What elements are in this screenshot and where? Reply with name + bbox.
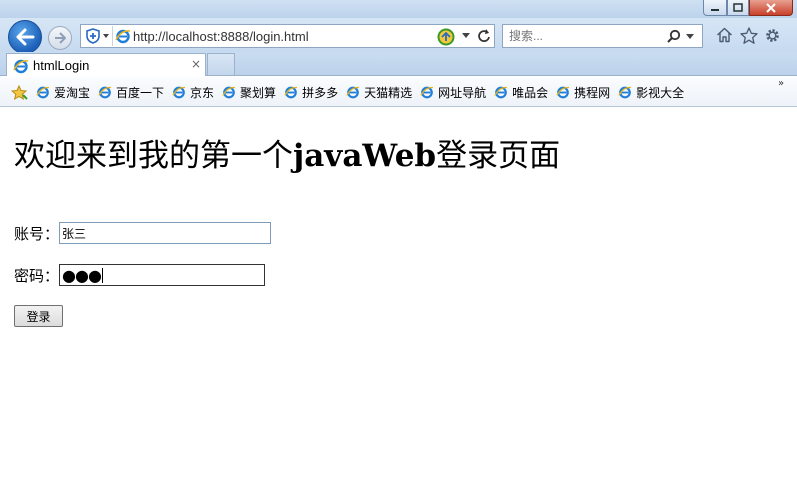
ie-icon xyxy=(618,86,632,99)
favorite-label: 天猫精选 xyxy=(364,85,413,100)
password-label: 密码： xyxy=(14,266,60,285)
tab-htmllogin[interactable]: htmlLogin × xyxy=(6,53,206,76)
back-icon xyxy=(16,28,35,46)
password-mask: ●●● xyxy=(62,265,102,285)
favorite-label: 影视大全 xyxy=(636,85,685,100)
search-input[interactable] xyxy=(509,27,659,45)
ie-icon xyxy=(13,59,29,74)
favorites-bar: 爱淘宝 百度一下 京东 聚划算 拼多多 天猫精选 网址导航 唯品会 携程网 影视大全 » xyxy=(0,77,797,107)
favorite-label: 拼多多 xyxy=(302,85,339,100)
login-button[interactable]: 登录 xyxy=(14,305,63,327)
ie-icon xyxy=(36,86,50,99)
favorite-item[interactable]: 网址导航 xyxy=(420,83,486,101)
minimize-button[interactable] xyxy=(703,0,727,16)
favorite-label: 京东 xyxy=(190,85,215,100)
forward-icon xyxy=(55,32,66,44)
address-dropdown-icon[interactable] xyxy=(462,33,470,38)
favorite-item[interactable]: 聚划算 xyxy=(222,83,276,101)
heading-prefix: 欢迎来到我的第一个 xyxy=(14,138,293,174)
minimize-icon xyxy=(711,8,719,11)
shield-icon xyxy=(86,28,100,44)
account-input[interactable] xyxy=(59,222,272,244)
ie-icon xyxy=(346,86,360,99)
window-titlebar xyxy=(0,0,797,18)
favorites-list: 爱淘宝 百度一下 京东 聚划算 拼多多 天猫精选 网址导航 唯品会 携程网 影视大全 xyxy=(36,83,692,101)
ie-icon xyxy=(172,86,186,99)
back-button[interactable] xyxy=(8,20,42,54)
page-title: 欢迎来到我的第一个javaWeb登录页面 xyxy=(14,130,560,175)
favorite-item[interactable]: 天猫精选 xyxy=(346,83,412,101)
page-content: 欢迎来到我的第一个javaWeb登录页面 账号： 密码： ●●● 登录 xyxy=(0,108,797,492)
favorite-label: 携程网 xyxy=(574,85,611,100)
favorite-label: 爱淘宝 xyxy=(54,85,91,100)
heading-bold: javaWeb xyxy=(293,138,437,174)
search-box[interactable] xyxy=(502,24,703,48)
text-caret xyxy=(101,267,103,283)
tab-close-button[interactable]: × xyxy=(191,57,201,71)
window-controls xyxy=(703,0,793,16)
ie-icon xyxy=(420,86,434,99)
ie-icon xyxy=(222,86,236,99)
favorite-item[interactable]: 爱淘宝 xyxy=(36,83,90,101)
favorite-item[interactable]: 唯品会 xyxy=(494,83,548,101)
ie-icon xyxy=(115,29,131,44)
account-row: 账号： xyxy=(14,222,272,244)
close-icon xyxy=(766,2,776,13)
home-icon[interactable] xyxy=(716,27,733,43)
favorite-item[interactable]: 拼多多 xyxy=(284,83,338,101)
maximize-button[interactable] xyxy=(727,0,749,16)
account-label: 账号： xyxy=(14,224,60,243)
favorites-overflow-button[interactable]: » xyxy=(778,78,784,89)
address-bar[interactable] xyxy=(80,24,495,48)
favorite-label: 百度一下 xyxy=(116,85,165,100)
password-input[interactable]: ●●● xyxy=(59,264,266,286)
favorites-star-icon[interactable] xyxy=(11,85,28,100)
search-icon[interactable] xyxy=(667,29,681,43)
favorite-item[interactable]: 百度一下 xyxy=(98,83,164,101)
star-icon[interactable] xyxy=(740,27,758,44)
tab-title: htmlLogin xyxy=(33,58,90,73)
new-tab-button[interactable] xyxy=(207,53,235,75)
password-row: 密码： ●●● xyxy=(14,264,266,286)
favorite-item[interactable]: 影视大全 xyxy=(618,83,684,101)
compat-icon[interactable] xyxy=(437,28,455,46)
maximize-icon xyxy=(733,3,743,12)
favorite-label: 网址导航 xyxy=(438,85,487,100)
refresh-icon[interactable] xyxy=(477,28,491,44)
ie-icon xyxy=(556,86,570,99)
security-shield-button[interactable] xyxy=(82,26,113,46)
forward-button[interactable] xyxy=(48,26,72,50)
ie-icon xyxy=(284,86,298,99)
close-window-button[interactable] xyxy=(749,0,793,16)
navigation-bar xyxy=(0,18,797,54)
favorite-item[interactable]: 京东 xyxy=(172,83,214,101)
favorite-label: 聚划算 xyxy=(240,85,277,100)
chevron-down-icon xyxy=(103,34,109,38)
search-dropdown-icon[interactable] xyxy=(686,34,694,39)
tab-bar: htmlLogin × xyxy=(0,52,797,76)
favorite-item[interactable]: 携程网 xyxy=(556,83,610,101)
gear-icon[interactable] xyxy=(764,27,781,44)
address-input[interactable] xyxy=(133,27,433,45)
favorite-label: 唯品会 xyxy=(512,85,549,100)
ie-icon xyxy=(494,86,508,99)
ie-icon xyxy=(98,86,112,99)
heading-suffix: 登录页面 xyxy=(436,138,561,174)
